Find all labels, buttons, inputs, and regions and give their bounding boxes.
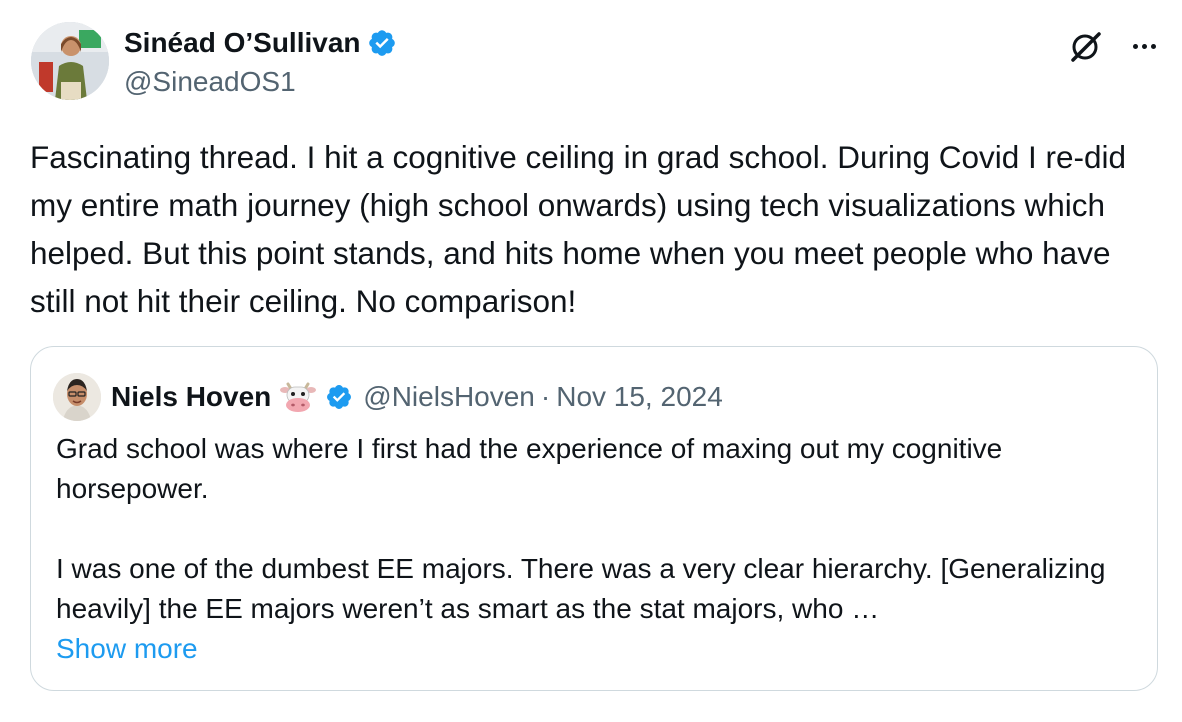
show-more-link[interactable]: Show more: [56, 629, 198, 669]
tweet-text: Fascinating thread. I hit a cognitive ce…: [30, 139, 1127, 319]
quoted-author-avatar[interactable]: [53, 373, 101, 421]
quoted-verified-badge-icon[interactable]: [325, 383, 353, 411]
quoted-author-name[interactable]: Niels Hoven: [111, 379, 271, 415]
tweet: Sinéad O’Sullivan @SineadOS1 Fascinating…: [0, 0, 1182, 722]
quoted-author-photo: [53, 373, 101, 421]
quoted-text: Grad school was where I first had the ex…: [56, 429, 1141, 629]
cow-emoji-icon: [280, 382, 317, 412]
author-name[interactable]: Sinéad O’Sullivan: [124, 26, 361, 60]
author-photo: [31, 22, 109, 100]
quoted-date[interactable]: Nov 15, 2024: [556, 379, 723, 415]
author-name-row: Sinéad O’Sullivan: [124, 26, 397, 60]
quoted-header: Niels Hoven @NielsHoven · Nov 15, 2024: [111, 379, 723, 415]
quoted-tweet[interactable]: Niels Hoven @NielsHoven · Nov 15, 2024 G…: [30, 346, 1158, 691]
verified-badge-icon[interactable]: [367, 28, 397, 58]
quoted-author-handle[interactable]: @NielsHoven: [363, 379, 535, 415]
author-handle[interactable]: @SineadOS1: [124, 64, 296, 100]
quoted-paragraph: Grad school was where I first had the ex…: [56, 433, 1003, 504]
quoted-paragraph: I was one of the dumbest EE majors. Ther…: [56, 553, 1106, 624]
header-separator: ·: [540, 381, 551, 412]
author-avatar[interactable]: [31, 22, 109, 100]
grok-icon[interactable]: [1066, 26, 1106, 66]
more-options-icon[interactable]: [1124, 26, 1164, 66]
